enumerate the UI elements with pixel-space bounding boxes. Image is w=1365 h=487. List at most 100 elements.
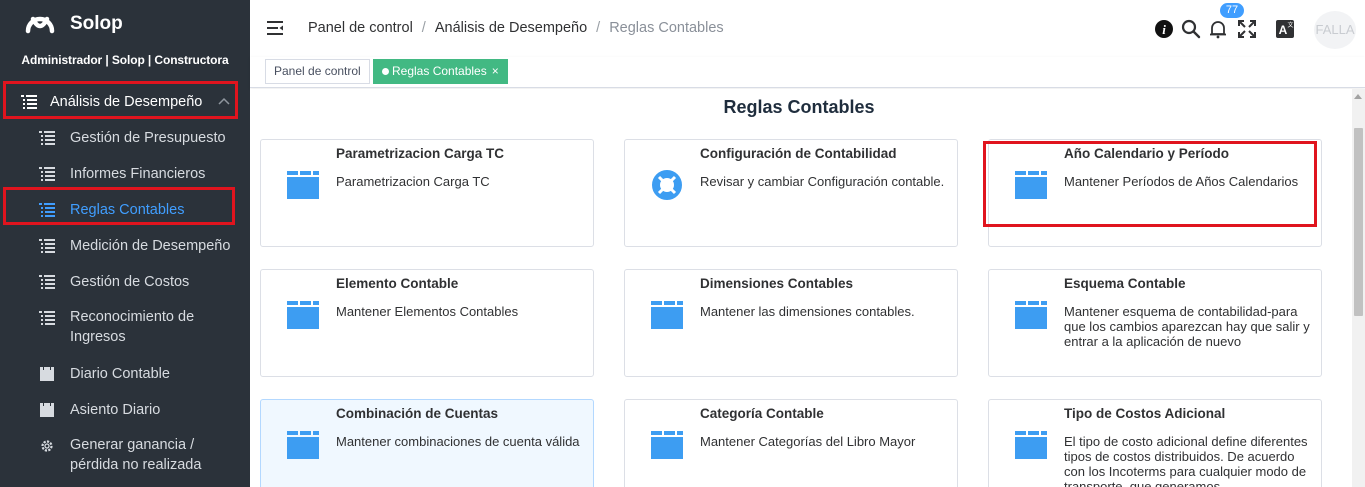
card-dimensiones-contables[interactable]: Dimensiones Contables Mantener las dimen… [624,269,958,377]
card-title: Dimensiones Contables [700,276,854,291]
sidebar-item-label: Análisis de Desempeño [50,94,203,110]
list-icon [39,275,55,289]
card-configuracion-de-contabilidad[interactable]: Configuración de Contabilidad Revisar y … [624,139,958,247]
card-title: Tipo de Costos Adicional [1064,406,1226,421]
search-icon[interactable] [1181,19,1201,39]
card-description: Mantener Categorías del Libro Mayor [700,434,916,449]
card-elemento-contable[interactable]: Elemento Contable Mantener Elementos Con… [260,269,594,377]
breadcrumb-current: Reglas Contables [609,20,724,36]
fullscreen-icon[interactable] [1237,19,1257,39]
sidebar-item-label: Gestión de Costos [70,274,190,290]
breadcrumb-item[interactable]: Panel de control [308,20,413,36]
tags-view: Panel de control Reglas Contables × [250,57,1365,88]
card-description: Mantener esquema de contabilidad-para qu… [1064,304,1310,349]
sidebar-item-asiento-diario[interactable]: Asiento Diario [0,392,250,428]
lifebuoy-icon [652,170,682,200]
brand-name: Solop [70,13,123,34]
card-title: Parametrizacion Carga TC [336,146,505,161]
card-title: Combinación de Cuentas [336,406,499,421]
sidebar-item-reconocimiento-de-ingresos[interactable]: Reconocimiento de Ingresos [0,300,250,356]
folder-icon [287,171,319,199]
sidebar-item-generar-ganancia[interactable]: Generar ganancia / pérdida no realizada [0,428,250,484]
bell-icon[interactable] [1208,19,1228,39]
info-icon[interactable]: i [1154,19,1174,39]
translate-icon[interactable]: A 文 [1275,19,1295,39]
breadcrumb-separator: / [421,20,426,36]
card-description: Mantener las dimensiones contables. [700,304,915,319]
breadcrumb-separator: / [596,20,601,36]
folder-icon [1015,431,1047,459]
user-context: Administrador | Solop | Constructora [21,53,229,67]
card-title: Categoría Contable [700,406,824,421]
brand[interactable]: Solop [0,0,250,48]
card-esquema-contable[interactable]: Esquema Contable Mantener esquema de con… [988,269,1322,377]
main-content: Reglas Contables Parametrizacion Carga T… [250,89,1352,487]
svg-text:A: A [1279,23,1288,37]
tag-panel-de-control[interactable]: Panel de control [265,59,370,84]
folder-icon [1015,301,1047,329]
chevron-up-icon [218,97,230,105]
folder-icon [40,367,54,381]
top-header: Panel de control / Análisis de Desempeño… [250,0,1365,57]
sidebar-item-medicion-de-desempeno[interactable]: Medición de Desempeño [0,228,250,264]
folder-icon [651,301,683,329]
list-icon [39,239,55,253]
folder-icon [1015,171,1047,199]
sidebar-item-gestion-de-presupuesto[interactable]: Gestión de Presupuesto [0,120,250,156]
page-title: Reglas Contables [723,97,875,117]
list-icon [39,203,55,217]
sidebar-item-label: Reglas Contables [70,202,185,218]
card-ano-calendario-y-periodo[interactable]: Año Calendario y Período Mantener Períod… [988,139,1322,247]
card-combinacion-de-cuentas[interactable]: Combinación de Cuentas Mantener combinac… [260,399,594,487]
sidebar-item-diario-contable[interactable]: Diario Contable [0,356,250,392]
list-icon [39,131,55,145]
gear-icon [41,440,53,452]
card-description: Parametrizacion Carga TC [336,174,490,189]
card-description: Mantener Elementos Contables [336,304,519,319]
avatar[interactable]: FALLA [1314,11,1356,49]
sidebar-item-gestion-de-costos[interactable]: Gestión de Costos [0,264,250,300]
sidebar-item-label: Asiento Diario [70,402,161,418]
card-title: Esquema Contable [1064,276,1186,291]
card-description: Revisar y cambiar Configuración contable… [700,174,945,189]
card-description: Mantener Períodos de Años Calendarios [1064,174,1299,189]
solop-logo-icon [25,16,55,34]
list-icon [39,167,55,181]
card-description: El tipo de costo adicional define difere… [1064,434,1308,487]
vertical-scrollbar[interactable] [1352,89,1365,487]
sidebar-menu: Análisis de Desempeño Gestión de Presupu… [0,84,250,484]
breadcrumb: Panel de control / Análisis de Desempeño… [308,20,724,36]
svg-text:文: 文 [1287,21,1293,29]
card-title: Elemento Contable [336,276,459,291]
card-tipo-de-costos-adicional[interactable]: Tipo de Costos Adicional El tipo de cost… [988,399,1322,487]
list-icon [21,95,37,109]
card-parametrizacion-carga-tc[interactable]: Parametrizacion Carga TC Parametrizacion… [260,139,594,247]
list-icon [39,311,55,325]
card-title: Año Calendario y Período [1064,146,1230,161]
card-title: Configuración de Contabilidad [700,146,897,161]
tag-label: Reglas Contables [392,64,487,78]
sidebar-item-label: Medición de Desempeño [70,238,231,254]
sidebar-item-analisis-de-desempeno[interactable]: Análisis de Desempeño [0,84,250,120]
folder-icon [651,431,683,459]
notification-badge: 77 [1220,3,1244,18]
sidebar-item-label: Informes Financieros [70,166,206,182]
breadcrumb-item[interactable]: Análisis de Desempeño [435,20,587,36]
sidebar-item-informes-financieros[interactable]: Informes Financieros [0,156,250,192]
svg-text:i: i [1162,22,1166,37]
sidebar-item-label: Reconocimiento de Ingresos [70,309,195,345]
tag-reglas-contables[interactable]: Reglas Contables × [373,59,508,84]
folder-icon [287,301,319,329]
sidebar-item-reglas-contables[interactable]: Reglas Contables [0,192,250,228]
sidebar-item-label: Generar ganancia / pérdida no realizada [70,437,202,473]
active-dot-icon [382,68,389,75]
menu-toggle-icon[interactable] [266,19,284,37]
scroll-up-icon[interactable] [1354,94,1362,99]
card-categoria-contable[interactable]: Categoría Contable Mantener Categorías d… [624,399,958,487]
card-description: Mantener combinaciones de cuenta válida [336,434,580,449]
scrollbar-thumb[interactable] [1354,128,1363,316]
close-icon[interactable]: × [492,64,499,78]
folder-icon [287,431,319,459]
tag-label: Panel de control [274,64,361,78]
sidebar: Solop Administrador | Solop | Constructo… [0,0,250,487]
